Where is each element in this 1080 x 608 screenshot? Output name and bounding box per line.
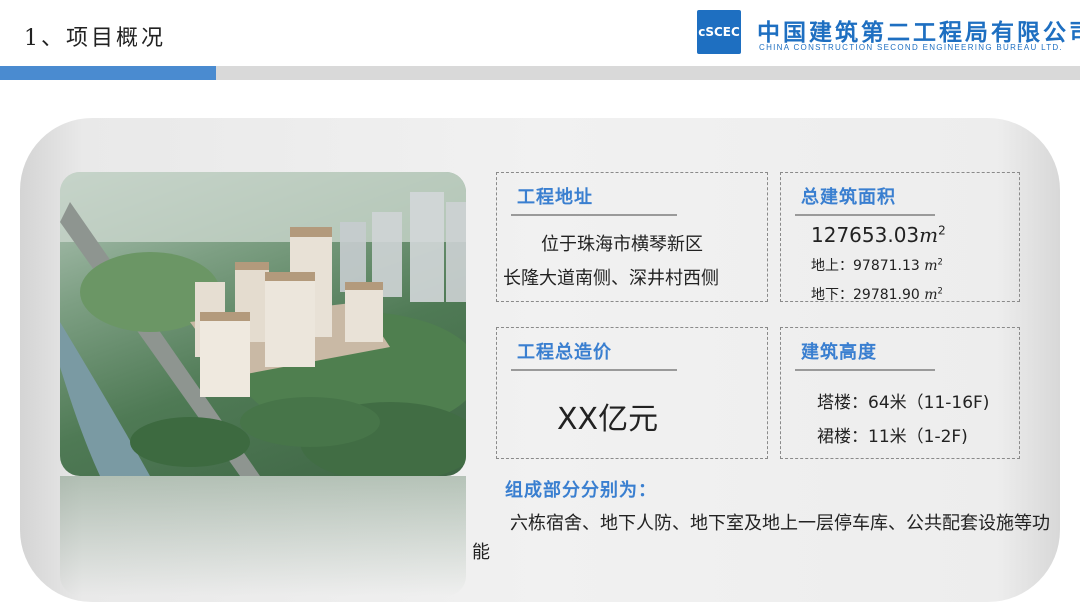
height-tower: 塔楼：64米（11-16F) xyxy=(817,393,990,413)
cost-heading: 工程总造价 xyxy=(517,342,612,363)
project-rendering-image xyxy=(60,172,466,476)
header-bar-accent xyxy=(0,66,216,80)
area-unit-exp: 2 xyxy=(938,223,946,238)
height-podium: 裙楼：11米（1-2F) xyxy=(817,427,968,447)
rendering-illustration xyxy=(60,172,466,476)
company-name-cn: 中国建筑第二工程局有限公司 xyxy=(757,20,1080,46)
area-card: 总建筑面积 127653.03m2 地上：97871.13 m2 地下：2978… xyxy=(780,172,1020,304)
company-logo: cSCEC 中国建筑第二工程局有限公司 CHINA CONSTRUCTION S… xyxy=(697,10,1080,58)
cost-heading-underline xyxy=(511,369,677,371)
header-bar-gray xyxy=(216,66,1080,80)
area-below: 地下：29781.90 m2 xyxy=(811,284,943,304)
address-line-2: 长隆大道南侧、深井村西侧 xyxy=(503,268,719,289)
area-below-unit: m xyxy=(924,287,938,303)
cscec-logo-icon: cSCEC xyxy=(697,10,741,54)
address-line-1: 位于珠海市横琴新区 xyxy=(541,234,703,255)
height-heading-underline xyxy=(795,369,935,371)
area-total-value: 127653.03 xyxy=(811,223,920,247)
height-card: 建筑高度 塔楼：64米（11-16F) 裙楼：11米（1-2F) xyxy=(780,327,1020,459)
page-title: 1、项目概况 xyxy=(24,26,166,51)
area-above-value: 地上：97871.13 xyxy=(811,258,920,274)
composition-text: 六栋宿舍、地下人防、地下室及地上一层停车库、公共配套设施等功能 xyxy=(472,513,1050,563)
area-unit: m xyxy=(919,223,939,247)
area-heading: 总建筑面积 xyxy=(801,187,896,208)
address-heading: 工程地址 xyxy=(517,187,593,208)
area-total: 127653.03m2 xyxy=(811,223,946,247)
image-reflection xyxy=(60,476,466,596)
height-heading: 建筑高度 xyxy=(801,342,877,363)
area-above-unit-exp: 2 xyxy=(937,256,943,267)
area-heading-underline xyxy=(795,214,935,216)
address-card: 工程地址 位于珠海市横琴新区 长隆大道南侧、深井村西侧 xyxy=(496,172,768,302)
area-below-unit-exp: 2 xyxy=(937,285,943,296)
area-above-unit: m xyxy=(924,258,938,274)
composition-heading: 组成部分分别为： xyxy=(505,480,657,501)
company-name-en: CHINA CONSTRUCTION SECOND ENGINEERING BU… xyxy=(759,43,1064,52)
area-below-value: 地下：29781.90 xyxy=(811,287,920,303)
cost-value: XX亿元 xyxy=(557,402,659,437)
cost-card: 工程总造价 XX亿元 xyxy=(496,327,768,459)
address-heading-underline xyxy=(511,214,677,216)
area-above: 地上：97871.13 m2 xyxy=(811,255,943,275)
